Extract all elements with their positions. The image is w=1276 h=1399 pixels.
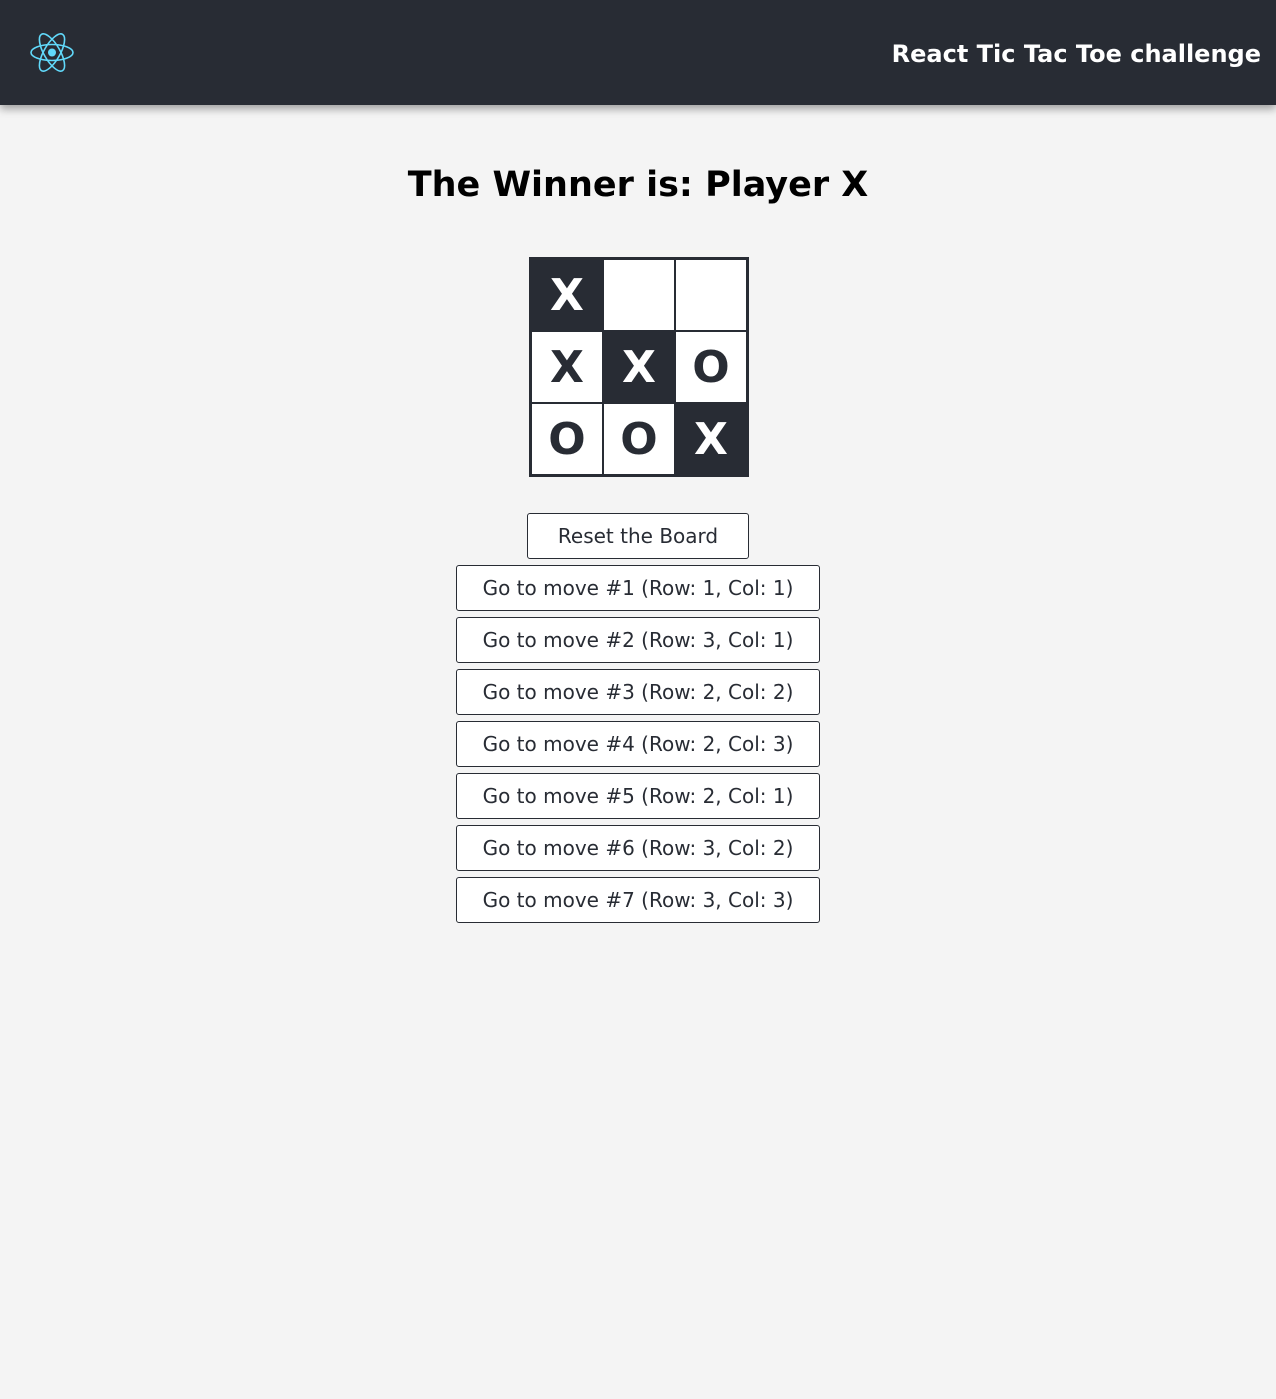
go-to-move-3-button[interactable]: Go to move #3 (Row: 2, Col: 2) [456, 669, 820, 715]
go-to-move-5-button[interactable]: Go to move #5 (Row: 2, Col: 1) [456, 773, 820, 819]
board-cell-3-2[interactable]: O [603, 403, 675, 475]
board-cell-1-2[interactable] [603, 259, 675, 331]
react-logo-icon [30, 33, 74, 72]
go-to-move-7-button[interactable]: Go to move #7 (Row: 3, Col: 3) [456, 877, 820, 923]
board-cell-3-1[interactable]: O [531, 403, 603, 475]
board-cell-3-3[interactable]: X [675, 403, 747, 475]
board-cell-2-2[interactable]: X [603, 331, 675, 403]
winner-status: The Winner is: Player X [407, 165, 869, 205]
go-to-move-1-button[interactable]: Go to move #1 (Row: 1, Col: 1) [456, 565, 820, 611]
app-title: React Tic Tac Toe challenge [891, 40, 1261, 68]
go-to-move-2-button[interactable]: Go to move #2 (Row: 3, Col: 1) [456, 617, 820, 663]
reset-board-button[interactable]: Reset the Board [527, 513, 749, 559]
game-board: X X X O O O X [529, 257, 749, 477]
board-cell-2-1[interactable]: X [531, 331, 603, 403]
go-to-move-4-button[interactable]: Go to move #4 (Row: 2, Col: 3) [456, 721, 820, 767]
board-cell-1-1[interactable]: X [531, 259, 603, 331]
go-to-move-6-button[interactable]: Go to move #6 (Row: 3, Col: 2) [456, 825, 820, 871]
app-header: React Tic Tac Toe challenge [0, 0, 1276, 105]
board-cell-2-3[interactable]: O [675, 331, 747, 403]
board-cell-1-3[interactable] [675, 259, 747, 331]
